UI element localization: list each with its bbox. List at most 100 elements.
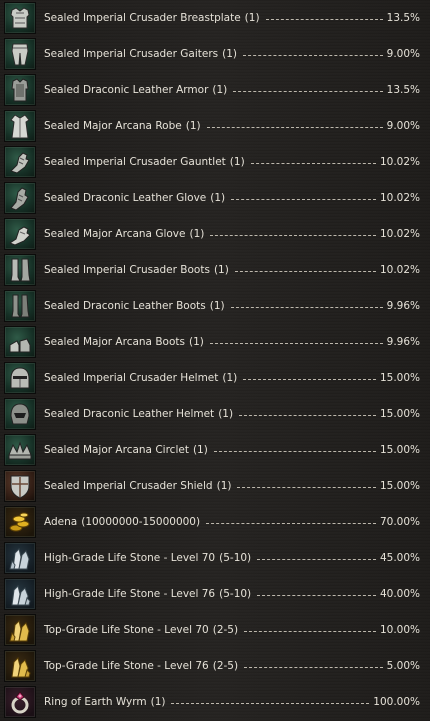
dash-leader <box>210 234 376 236</box>
dash-leader <box>206 126 383 128</box>
item-name: Sealed Major Arcana Glove <box>44 228 186 240</box>
glove-icon <box>4 218 36 250</box>
item-count: (2-5) <box>212 624 239 636</box>
drop-chance: 10.02% <box>379 156 420 168</box>
item-name: Sealed Imperial Crusader Gauntlet <box>44 156 226 168</box>
drop-chance: 15.00% <box>379 408 420 420</box>
drop-row[interactable]: Sealed Imperial Crusader Breastplate (1)… <box>0 0 430 36</box>
drop-chance: 15.00% <box>379 480 420 492</box>
drop-row[interactable]: Sealed Draconic Leather Armor (1) 13.5% <box>0 72 430 108</box>
item-name: Sealed Imperial Crusader Gaiters <box>44 48 219 60</box>
dash-leader <box>250 162 376 164</box>
ring-icon <box>4 686 36 718</box>
top-life-stone-icon <box>4 650 36 682</box>
drop-row[interactable]: Sealed Imperial Crusader Helmet (1) 15.0… <box>0 360 430 396</box>
drop-row[interactable]: Sealed Major Arcana Robe (1) 9.00% <box>0 108 430 144</box>
item-name: Sealed Major Arcana Robe <box>44 120 182 132</box>
drop-chance: 45.00% <box>379 552 420 564</box>
circlet-icon <box>4 434 36 466</box>
item-count: (1) <box>244 12 260 24</box>
item-count: (1) <box>209 300 225 312</box>
drop-chance: 100.00% <box>373 696 420 708</box>
dash-leader <box>237 486 376 488</box>
drop-chance: 10.02% <box>379 228 420 240</box>
item-count: (1) <box>216 480 232 492</box>
top-life-stone-icon <box>4 614 36 646</box>
drop-chance: 9.00% <box>386 120 420 132</box>
item-count: (1) <box>218 408 234 420</box>
drop-chance: 15.00% <box>379 444 420 456</box>
item-count: (1) <box>150 696 166 708</box>
dash-leader <box>257 594 376 596</box>
dash-leader <box>265 18 383 20</box>
item-name: Sealed Draconic Leather Glove <box>44 192 207 204</box>
drop-chance: 15.00% <box>379 372 420 384</box>
leather-armor-icon <box>4 74 36 106</box>
item-count: (1) <box>229 156 245 168</box>
adena-icon <box>4 506 36 538</box>
helmet-icon <box>4 398 36 430</box>
item-count: (1) <box>188 336 204 348</box>
drop-chance: 10.02% <box>379 192 420 204</box>
item-name: Sealed Major Arcana Circlet <box>44 444 189 456</box>
item-count: (10000000-15000000) <box>81 516 201 528</box>
gauntlet-icon <box>4 146 36 178</box>
drop-row[interactable]: Sealed Draconic Leather Boots (1) 9.96% <box>0 288 430 324</box>
drop-list-panel: Sealed Imperial Crusader Breastplate (1)… <box>0 0 430 721</box>
drop-chance: 10.00% <box>379 624 420 636</box>
drop-row[interactable]: High-Grade Life Stone - Level 76 (5-10) … <box>0 576 430 612</box>
drop-row[interactable]: Sealed Imperial Crusader Gauntlet (1) 10… <box>0 144 430 180</box>
drop-row[interactable]: Top-Grade Life Stone - Level 76 (2-5) 5.… <box>0 648 430 684</box>
drop-chance: 13.5% <box>386 84 420 96</box>
dash-leader <box>244 666 383 668</box>
shield-icon <box>4 470 36 502</box>
boots-icon <box>4 290 36 322</box>
drop-row[interactable]: Sealed Draconic Leather Helmet (1) 15.00… <box>0 396 430 432</box>
dash-leader <box>239 414 376 416</box>
drop-chance: 9.96% <box>386 336 420 348</box>
item-name: Sealed Draconic Leather Boots <box>44 300 206 312</box>
dash-leader <box>171 702 370 704</box>
item-count: (1) <box>212 84 228 96</box>
item-name: Ring of Earth Wyrm <box>44 696 147 708</box>
item-count: (2-5) <box>212 660 239 672</box>
gaiters-icon <box>4 38 36 70</box>
dash-leader <box>243 54 383 56</box>
boots-icon <box>4 254 36 286</box>
item-count: (1) <box>222 48 238 60</box>
item-name: Sealed Imperial Crusader Boots <box>44 264 210 276</box>
dash-leader <box>243 378 376 380</box>
shoes-icon <box>4 326 36 358</box>
item-name: Sealed Imperial Crusader Helmet <box>44 372 219 384</box>
drop-chance: 10.02% <box>379 264 420 276</box>
helmet-icon <box>4 362 36 394</box>
drop-row[interactable]: Adena (10000000-15000000) 70.00% <box>0 504 430 540</box>
dash-leader <box>209 342 383 344</box>
dash-leader <box>233 90 383 92</box>
drop-chance: 9.00% <box>386 48 420 60</box>
drop-chance: 13.5% <box>386 12 420 24</box>
dash-leader <box>206 522 376 524</box>
life-stone-icon <box>4 578 36 610</box>
item-count: (1) <box>222 372 238 384</box>
dash-leader <box>213 450 376 452</box>
item-count: (1) <box>189 228 205 240</box>
item-name: Sealed Major Arcana Boots <box>44 336 185 348</box>
robe-icon <box>4 110 36 142</box>
item-count: (1) <box>192 444 208 456</box>
drop-row[interactable]: Sealed Major Arcana Circlet (1) 15.00% <box>0 432 430 468</box>
drop-row[interactable]: Sealed Imperial Crusader Boots (1) 10.02… <box>0 252 430 288</box>
drop-row[interactable]: Sealed Major Arcana Boots (1) 9.96% <box>0 324 430 360</box>
drop-row[interactable]: Sealed Draconic Leather Glove (1) 10.02% <box>0 180 430 216</box>
drop-row[interactable]: Sealed Major Arcana Glove (1) 10.02% <box>0 216 430 252</box>
drop-row[interactable]: Sealed Imperial Crusader Gaiters (1) 9.0… <box>0 36 430 72</box>
drop-row[interactable]: Ring of Earth Wyrm (1) 100.00% <box>0 684 430 720</box>
dash-leader <box>244 630 376 632</box>
item-count: (1) <box>213 264 229 276</box>
dash-leader <box>230 306 383 308</box>
item-count: (5-10) <box>219 588 252 600</box>
drop-row[interactable]: Sealed Imperial Crusader Shield (1) 15.0… <box>0 468 430 504</box>
drop-row[interactable]: High-Grade Life Stone - Level 70 (5-10) … <box>0 540 430 576</box>
drop-row[interactable]: Top-Grade Life Stone - Level 70 (2-5) 10… <box>0 612 430 648</box>
breastplate-icon <box>4 2 36 34</box>
